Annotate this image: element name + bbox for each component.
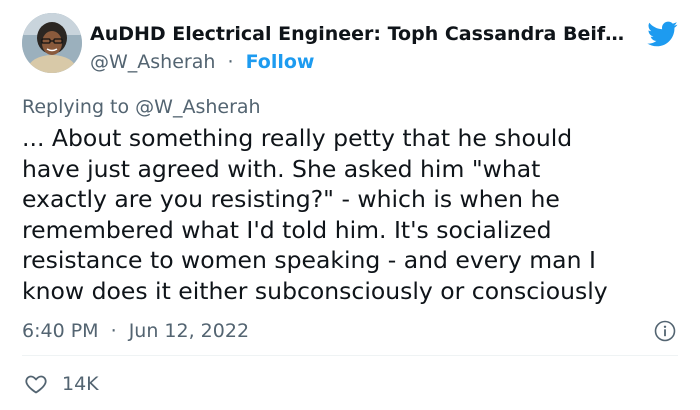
tweet-text-line: have just agreed with. She asked him "wh… [22,154,541,183]
replying-to: Replying to @W_Asherah [22,96,261,118]
heart-icon [24,372,48,396]
tweet-date: Jun 12, 2022 [128,320,250,342]
avatar[interactable] [22,13,82,73]
tweet-text-line: resistance to women speaking - and every… [22,246,596,274]
tweet-text: ... About something really petty that he… [22,123,682,306]
author-subline: @W_Asherah · Follow [90,51,314,73]
like-count: 14K [62,373,99,395]
separator-dot: · [110,320,117,342]
avatar-photo-icon [22,13,82,73]
author-handle[interactable]: @W_Asherah [90,51,215,73]
tweet-text-line: exactly are you resisting?" - which is w… [22,185,560,213]
separator-dot: · [227,51,234,73]
tweet-card: AuDHD Electrical Engineer: Toph Cassandr… [0,0,700,410]
author-display-name[interactable]: AuDHD Electrical Engineer: Toph Cassandr… [90,23,630,45]
tweet-time: 6:40 PM [22,320,99,342]
replying-handle[interactable]: @W_Asherah [135,96,260,118]
follow-button[interactable]: Follow [246,51,315,73]
tweet-timestamp[interactable]: 6:40 PM · Jun 12, 2022 [22,320,249,342]
info-icon[interactable] [654,320,676,342]
divider [22,355,678,356]
replying-prefix: Replying to [22,96,130,118]
tweet-text-line: remembered what I'd told him. It's socia… [22,215,552,244]
like-button[interactable]: 14K [24,372,99,396]
tweet-text-line: know does it either subconsciously or co… [22,276,608,305]
tweet-text-line: ... About something really petty that he… [22,124,573,152]
twitter-bird-icon[interactable] [646,18,678,50]
